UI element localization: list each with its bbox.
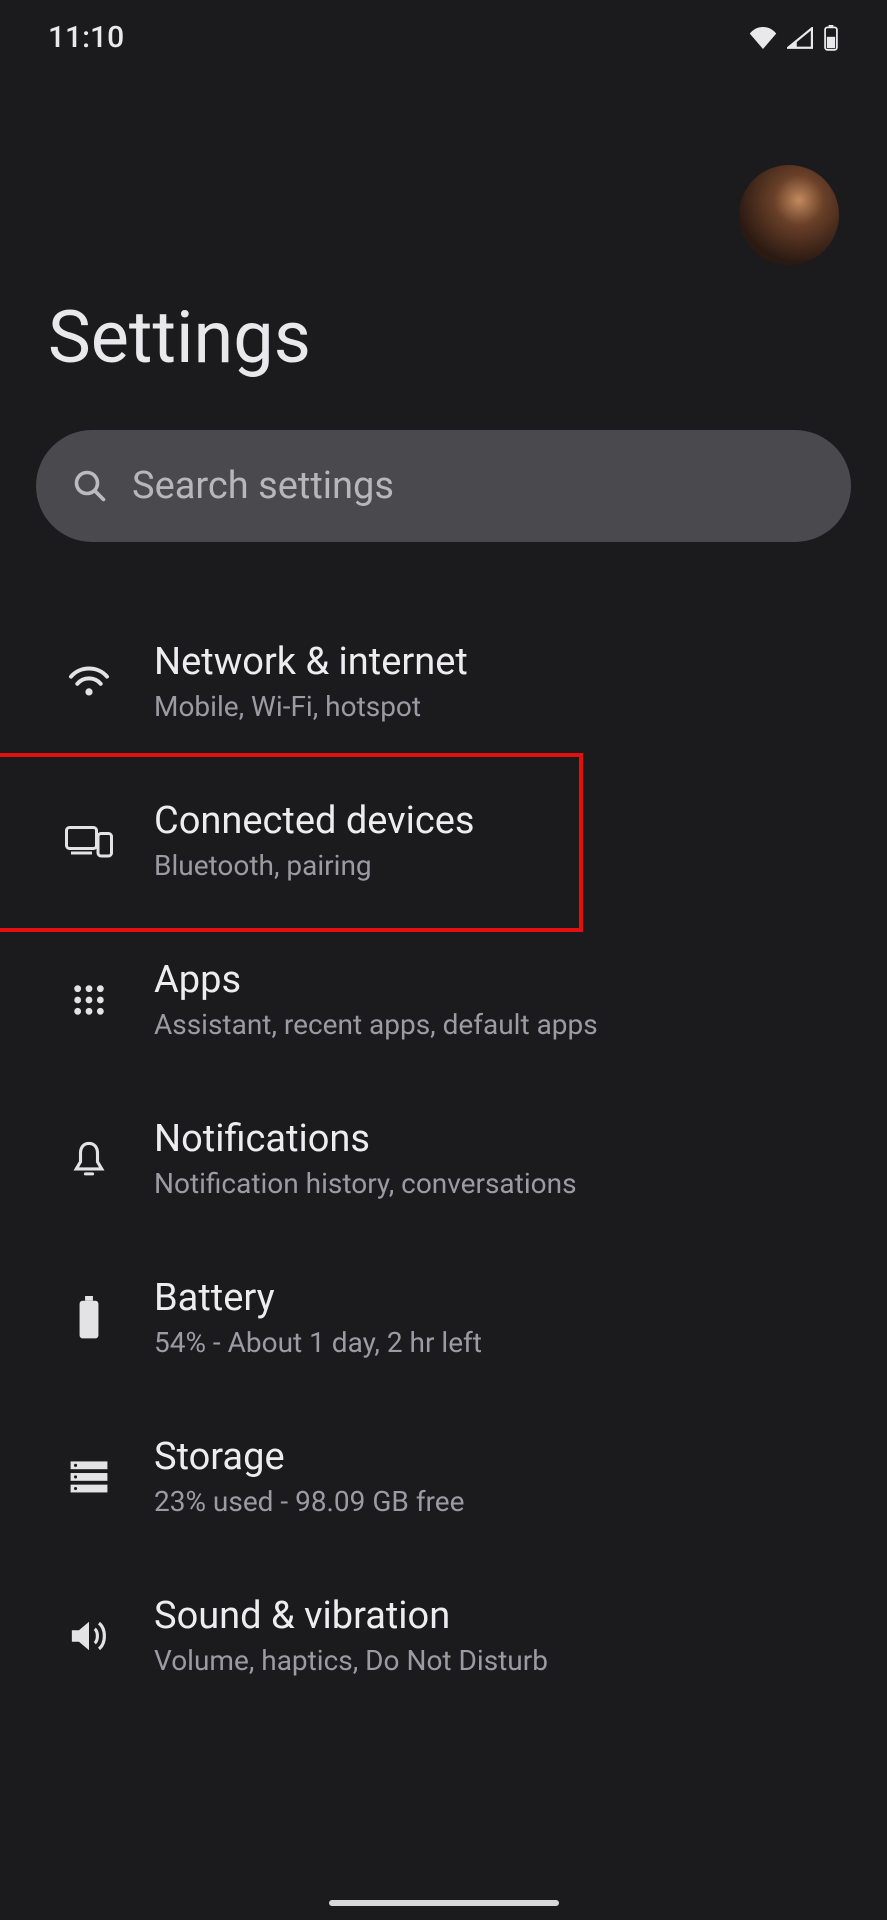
battery-icon <box>823 25 839 51</box>
settings-item-apps[interactable]: Apps Assistant, recent apps, default app… <box>0 920 887 1079</box>
item-subtitle: Bluetooth, pairing <box>154 849 475 882</box>
search-input[interactable]: Search settings <box>36 430 851 542</box>
item-title: Connected devices <box>154 799 475 843</box>
item-title: Apps <box>154 958 598 1002</box>
settings-item-storage[interactable]: Storage 23% used - 98.09 GB free <box>0 1397 887 1556</box>
item-subtitle: 54% - About 1 day, 2 hr left <box>154 1326 482 1359</box>
item-subtitle: Assistant, recent apps, default apps <box>154 1008 598 1041</box>
profile-avatar[interactable] <box>739 165 839 265</box>
status-icons <box>749 25 839 51</box>
status-time: 11:10 <box>48 20 124 55</box>
wifi-icon <box>60 653 118 711</box>
item-subtitle: Volume, haptics, Do Not Disturb <box>154 1644 548 1677</box>
settings-item-network[interactable]: Network & internet Mobile, Wi-Fi, hotspo… <box>0 602 887 761</box>
search-icon <box>72 468 108 504</box>
settings-item-battery[interactable]: Battery 54% - About 1 day, 2 hr left <box>0 1238 887 1397</box>
settings-list: Network & internet Mobile, Wi-Fi, hotspo… <box>0 602 887 1715</box>
apps-grid-icon <box>60 971 118 1029</box>
settings-item-connected-devices[interactable]: Connected devices Bluetooth, pairing <box>0 761 887 920</box>
storage-icon <box>60 1448 118 1506</box>
item-title: Network & internet <box>154 640 468 684</box>
bell-icon <box>60 1130 118 1188</box>
item-title: Sound & vibration <box>154 1594 548 1638</box>
item-title: Notifications <box>154 1117 577 1161</box>
volume-icon <box>60 1607 118 1665</box>
cellular-icon <box>787 27 813 49</box>
settings-item-notifications[interactable]: Notifications Notification history, conv… <box>0 1079 887 1238</box>
item-subtitle: Mobile, Wi-Fi, hotspot <box>154 690 468 723</box>
page-title: Settings <box>0 265 887 430</box>
settings-item-sound[interactable]: Sound & vibration Volume, haptics, Do No… <box>0 1556 887 1715</box>
gesture-bar[interactable] <box>329 1900 559 1906</box>
item-title: Storage <box>154 1435 464 1479</box>
item-title: Battery <box>154 1276 482 1320</box>
wifi-icon <box>749 27 777 49</box>
devices-icon <box>60 812 118 870</box>
item-subtitle: Notification history, conversations <box>154 1167 577 1200</box>
battery-icon <box>60 1289 118 1347</box>
item-subtitle: 23% used - 98.09 GB free <box>154 1485 464 1518</box>
status-bar: 11:10 <box>0 0 887 65</box>
search-placeholder: Search settings <box>132 464 394 508</box>
